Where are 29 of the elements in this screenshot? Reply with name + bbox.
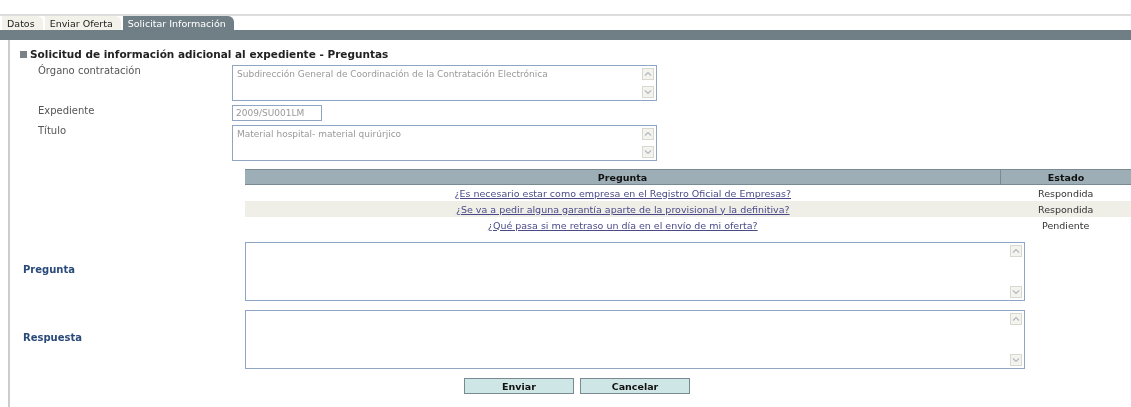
scroll-up-icon[interactable] (642, 68, 654, 80)
tab[interactable]: Enviar Oferta (44, 16, 121, 30)
field-label: Pregunta (22, 263, 76, 277)
field-label: Órgano contratación (37, 65, 142, 78)
scroll-down-icon[interactable] (1010, 286, 1022, 298)
field-label: Expediente (37, 105, 96, 118)
field-label: Título (37, 125, 68, 138)
column-header: Pregunta (245, 169, 1001, 185)
question-link[interactable]: ¿Qué pasa si me retraso un día en el envío de mi oferta? (487, 219, 758, 231)
scroll-down-icon[interactable] (642, 86, 654, 98)
section-title: Solicitud de información adicional al expediente - Preguntas (30, 48, 389, 60)
form-button[interactable]: Cancelar (580, 378, 690, 394)
scroll-up-icon[interactable] (642, 128, 654, 140)
question-link[interactable]: ¿Es necesario estar como empresa en el Registro Oficial de Empresas? (454, 187, 791, 199)
text-area[interactable] (245, 310, 1025, 369)
status-text: Respondida (1038, 203, 1094, 215)
status-text: Respondida (1038, 187, 1094, 199)
tab[interactable]: Solicitar Información (122, 16, 234, 30)
scroll-up-icon[interactable] (1010, 245, 1022, 257)
status-text: Pendiente (1042, 219, 1090, 231)
scroll-up-icon[interactable] (1010, 313, 1022, 325)
scroll-down-icon[interactable] (1010, 354, 1022, 366)
field-label: Respuesta (22, 331, 83, 345)
text-area[interactable] (245, 242, 1025, 301)
tab[interactable]: Datos (2, 16, 43, 30)
square-bullet-icon (20, 50, 27, 58)
column-header: Estado (1000, 169, 1131, 185)
form-button[interactable]: Enviar (464, 378, 574, 394)
scroll-down-icon[interactable] (642, 146, 654, 158)
